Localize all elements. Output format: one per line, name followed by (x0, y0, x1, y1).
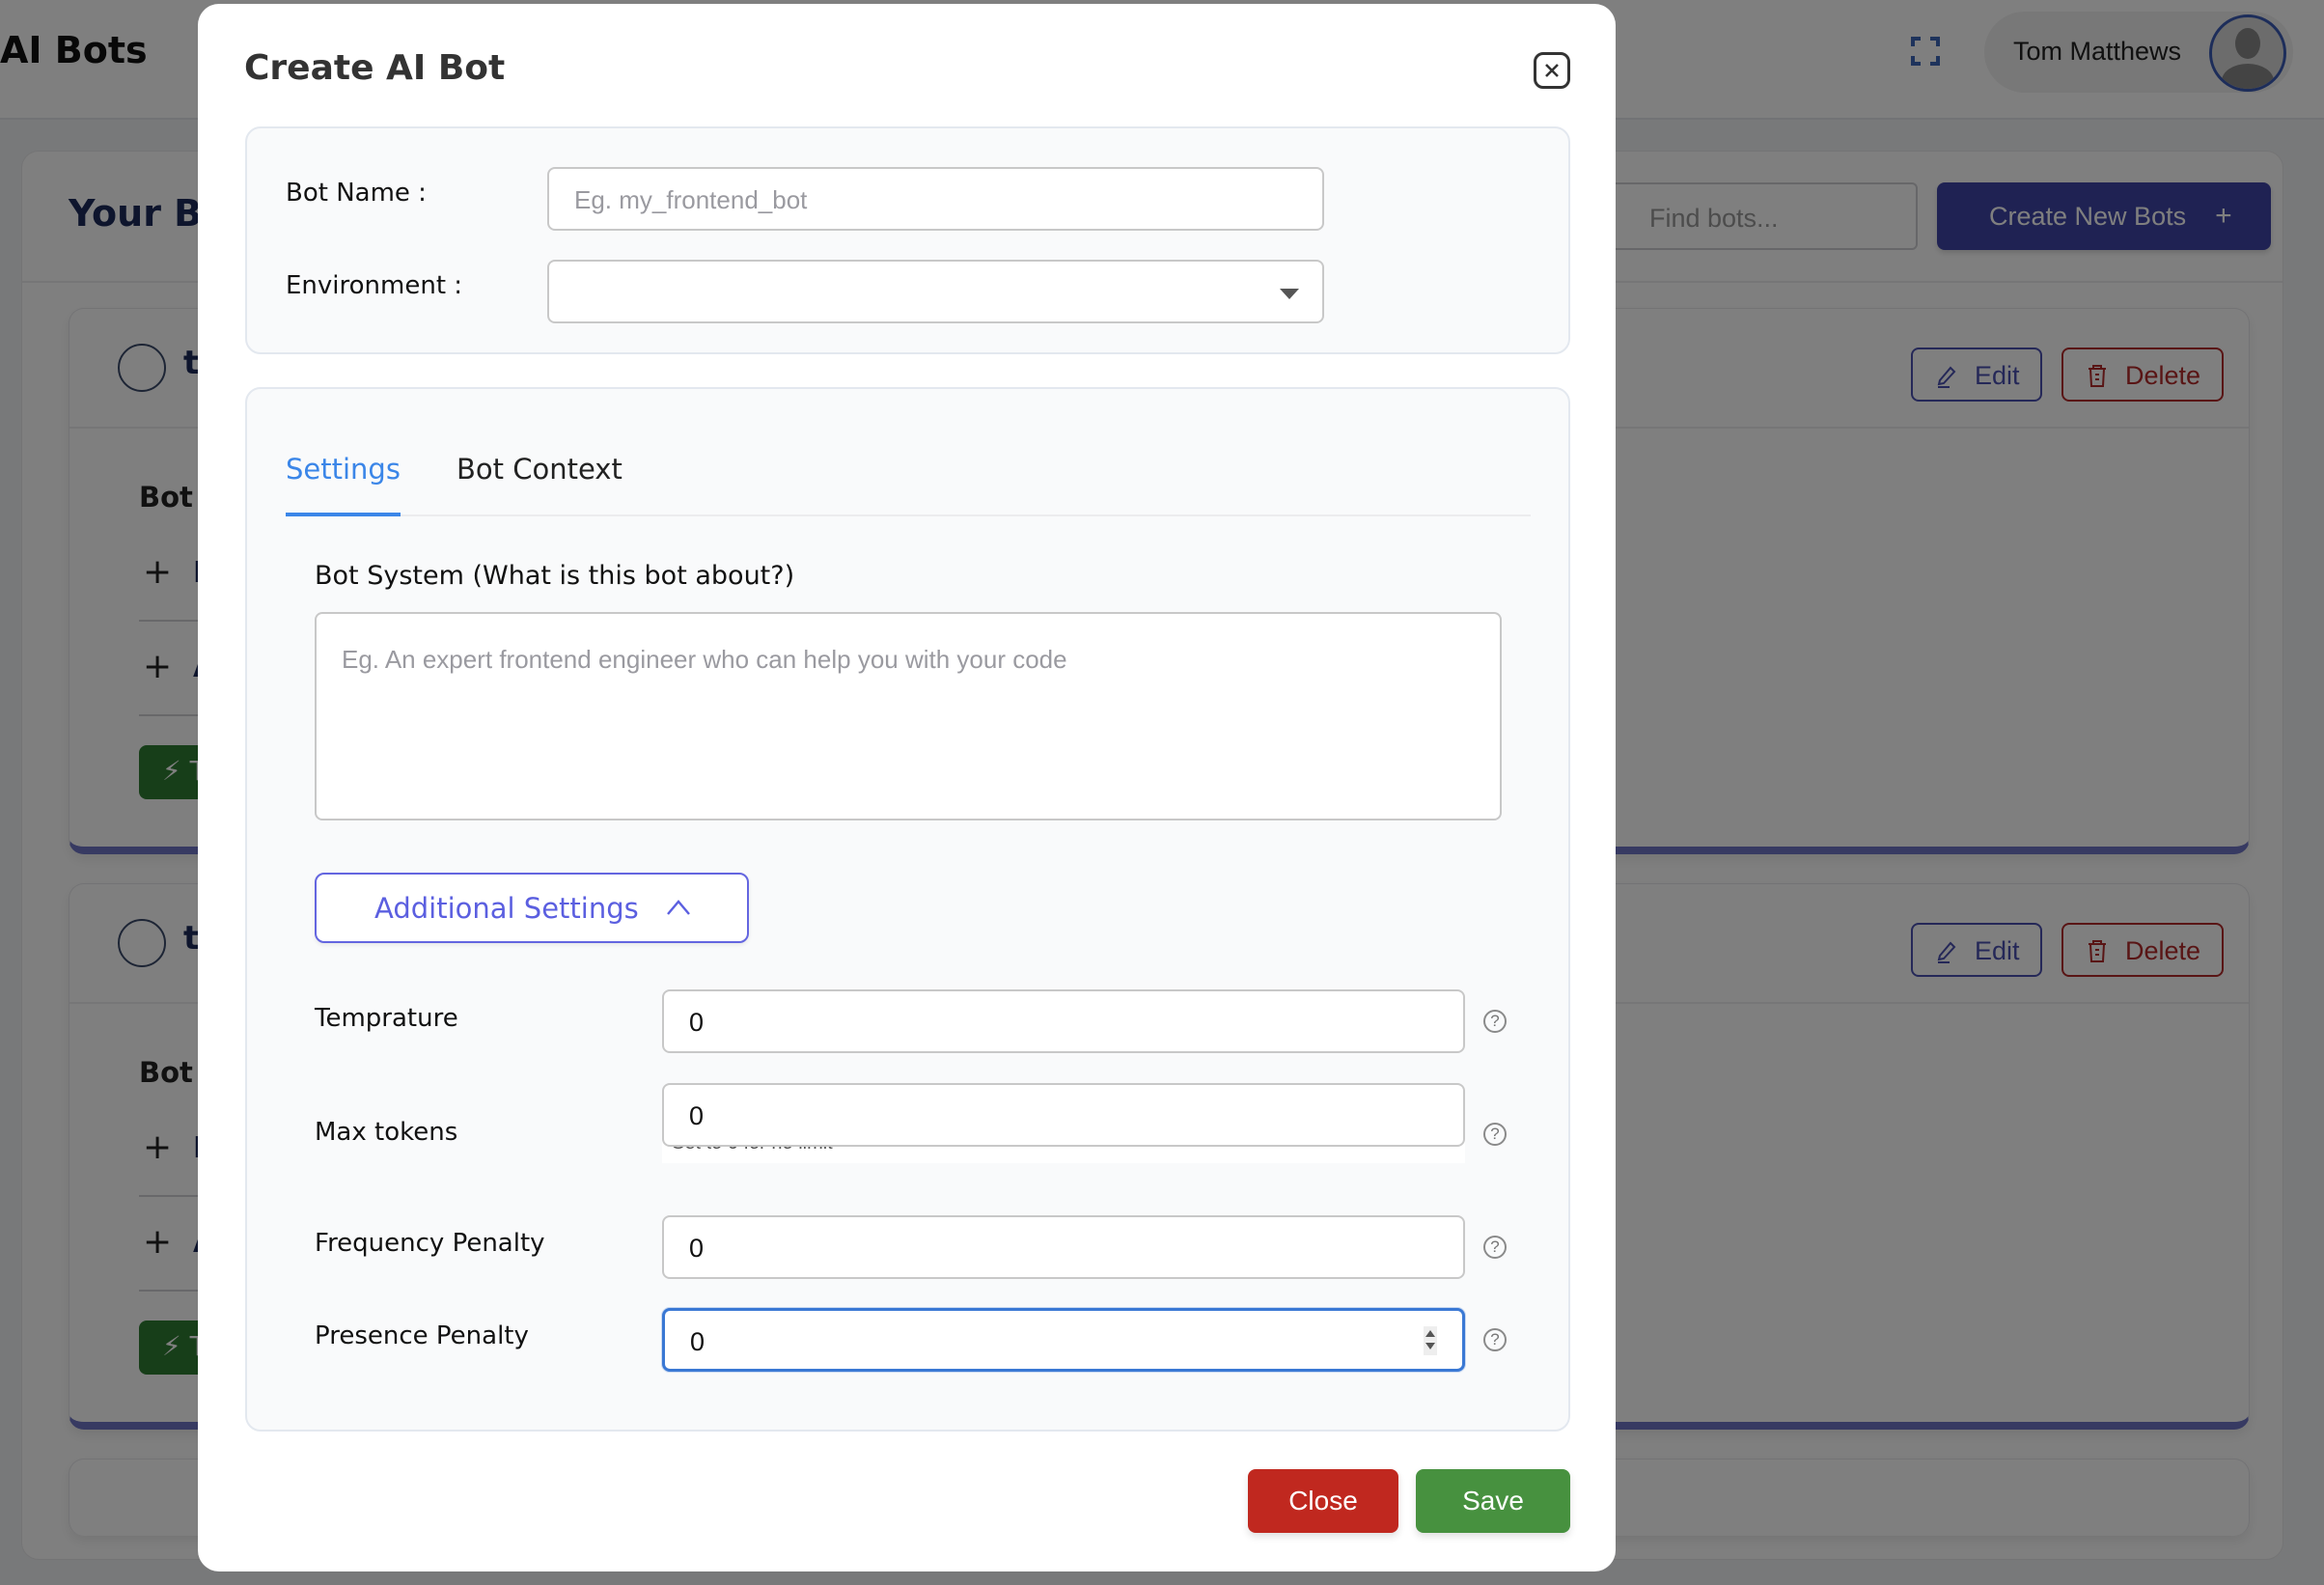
caret-down-icon (1280, 289, 1299, 299)
tab-bar: Settings Bot Context (286, 443, 1531, 516)
additional-settings-label: Additional Settings (374, 892, 639, 925)
close-x-icon (1545, 64, 1559, 77)
temperature-label: Temprature (315, 1004, 458, 1033)
tab-bot-context[interactable]: Bot Context (456, 453, 622, 486)
environment-select[interactable] (547, 260, 1324, 323)
close-button[interactable]: Close (1248, 1469, 1398, 1533)
presence-penalty-value: 0 (690, 1327, 706, 1356)
bot-system-label: Bot System (What is this bot about?) (315, 561, 795, 591)
temperature-input[interactable]: 0 (662, 989, 1465, 1053)
modal-title: Create AI Bot (244, 48, 506, 88)
save-button[interactable]: Save (1416, 1469, 1570, 1533)
bot-name-input[interactable]: Eg. my_frontend_bot (547, 167, 1324, 231)
max-tokens-value: 0 (689, 1101, 705, 1130)
bot-system-placeholder: Eg. An expert frontend engineer who can … (342, 645, 1067, 674)
create-bot-modal: Create AI Bot Bot Name : Eg. my_frontend… (198, 4, 1616, 1571)
help-icon[interactable]: ? (1483, 1123, 1507, 1146)
bot-name-placeholder: Eg. my_frontend_bot (574, 185, 808, 214)
bot-config-section: Settings Bot Context Bot System (What is… (245, 387, 1570, 1432)
tab-settings[interactable]: Settings (286, 453, 401, 516)
bot-basics-section: Bot Name : Eg. my_frontend_bot Environme… (245, 126, 1570, 354)
help-icon[interactable]: ? (1483, 1010, 1507, 1033)
help-icon[interactable]: ? (1483, 1236, 1507, 1259)
max-tokens-input[interactable]: 0 (662, 1083, 1465, 1147)
presence-penalty-input[interactable]: 0 (662, 1308, 1465, 1372)
additional-settings-toggle[interactable]: Additional Settings (315, 873, 749, 943)
environment-label: Environment : (286, 271, 463, 300)
frequency-penalty-value: 0 (689, 1234, 705, 1263)
frequency-penalty-input[interactable]: 0 (662, 1215, 1465, 1279)
modal-close-button[interactable] (1534, 52, 1570, 89)
chevron-up-icon (667, 900, 690, 915)
max-tokens-label: Max tokens (315, 1118, 458, 1147)
temperature-value: 0 (689, 1008, 705, 1037)
frequency-penalty-label: Frequency Penalty (315, 1229, 545, 1258)
presence-penalty-label: Presence Penalty (315, 1321, 529, 1350)
help-icon[interactable]: ? (1483, 1328, 1507, 1351)
bot-name-label: Bot Name : (286, 179, 427, 208)
number-spinner[interactable] (1424, 1326, 1437, 1355)
bot-system-textarea[interactable]: Eg. An expert frontend engineer who can … (315, 612, 1502, 820)
